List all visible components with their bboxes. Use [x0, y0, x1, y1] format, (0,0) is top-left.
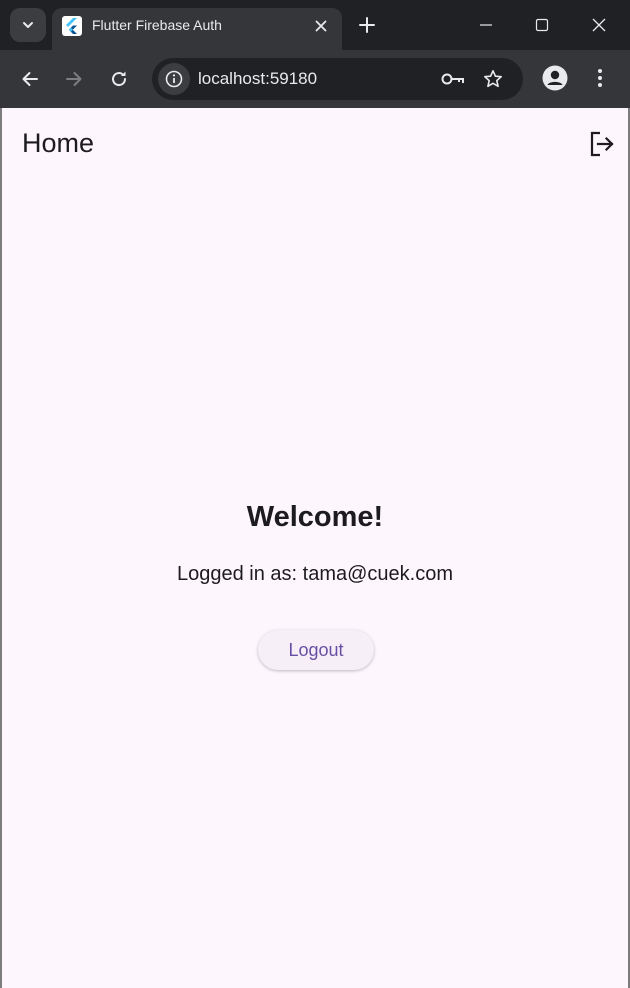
flutter-logo-icon: [62, 16, 82, 36]
logged-in-label: Logged in as:: [176, 563, 303, 585]
url-text[interactable]: localhost:59180: [198, 69, 317, 89]
maximize-icon: [535, 18, 549, 32]
arrow-left-icon: [22, 72, 38, 86]
page-title: Home: [22, 128, 95, 158]
tab-title: Flutter Firebase Auth: [92, 17, 222, 33]
close-icon: [592, 18, 606, 32]
star-icon: [484, 70, 502, 88]
profile-icon: [542, 65, 568, 91]
tab-search-button[interactable]: [10, 8, 46, 42]
logout-icon: [590, 131, 614, 157]
tab-strip: Flutter Firebase Auth: [0, 0, 630, 50]
forward-button[interactable]: [58, 63, 90, 95]
page-viewport: Home Welcome! Logged in as: tama@cuek.co…: [2, 108, 628, 988]
back-button[interactable]: [14, 63, 46, 95]
site-info-button[interactable]: [158, 63, 190, 95]
address-bar[interactable]: localhost:59180: [152, 58, 523, 100]
logout-button[interactable]: Logout: [258, 630, 374, 670]
reload-button[interactable]: [103, 63, 135, 95]
browser-menu-button[interactable]: [588, 63, 612, 93]
close-icon: [315, 20, 327, 32]
profile-button[interactable]: [540, 63, 570, 93]
key-icon: [441, 73, 464, 85]
new-tab-button[interactable]: [352, 10, 382, 40]
minimize-button[interactable]: [466, 8, 506, 42]
info-icon: [165, 70, 183, 88]
browser-tab[interactable]: Flutter Firebase Auth: [52, 8, 342, 50]
user-email: tama@cuek.com: [302, 563, 453, 585]
bookmark-button[interactable]: [481, 67, 505, 91]
browser-toolbar: localhost:59180: [0, 50, 630, 108]
password-key-button[interactable]: [441, 67, 465, 91]
arrow-right-icon: [66, 72, 82, 86]
logged-in-text: Logged in as: tama@cuek.com: [2, 563, 628, 586]
appbar-logout-button[interactable]: [586, 128, 618, 160]
welcome-heading: Welcome!: [246, 501, 384, 533]
reload-icon: [112, 71, 127, 87]
minimize-icon: [480, 24, 492, 26]
chevron-down-icon: [23, 22, 33, 28]
close-window-button[interactable]: [579, 8, 619, 42]
more-vertical-icon: [598, 69, 602, 87]
tab-close-button[interactable]: [310, 15, 332, 37]
plus-icon: [359, 17, 375, 33]
maximize-button[interactable]: [522, 8, 562, 42]
